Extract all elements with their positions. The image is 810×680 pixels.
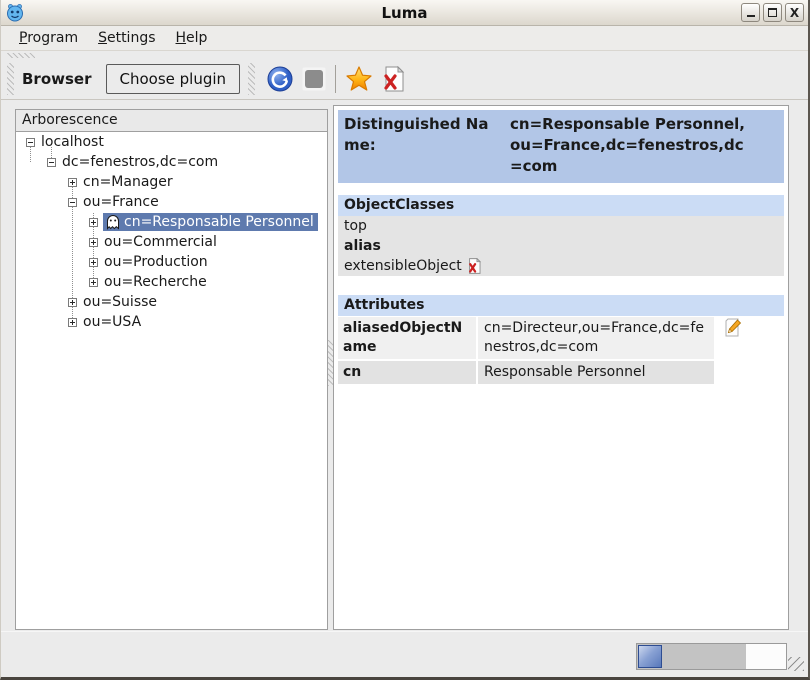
attributes-section: Attributes aliasedObjectNamecn=Directeur… bbox=[338, 295, 784, 384]
status-bar bbox=[1, 631, 808, 677]
tree-item-cn-responsable-personnel[interactable]: cn=Responsable Personnel bbox=[16, 212, 327, 232]
bookmark-star-icon[interactable] bbox=[345, 65, 373, 93]
minimize-button[interactable] bbox=[741, 3, 760, 22]
tree-item-cn-manager[interactable]: cn=Manager bbox=[16, 172, 327, 192]
toolbar-drag-handle[interactable] bbox=[7, 63, 14, 95]
tree-item-label: cn=Responsable Personnel bbox=[124, 214, 314, 230]
expand-icon[interactable] bbox=[89, 278, 98, 287]
alias-ghost-icon bbox=[105, 214, 121, 230]
tree-item-label: ou=Commercial bbox=[104, 234, 217, 250]
objectclass-name: extensibleObject bbox=[344, 258, 462, 274]
tree-item-cell: ou=Suisse bbox=[82, 293, 161, 311]
expand-icon[interactable] bbox=[68, 318, 77, 327]
expand-icon[interactable] bbox=[68, 298, 77, 307]
toolbar: Browser Choose plugin bbox=[1, 58, 808, 100]
objectclass-name: top bbox=[344, 218, 367, 234]
tree-item-ou-recherche[interactable]: ou=Recherche bbox=[16, 272, 327, 292]
tree-item-label: ou=Suisse bbox=[83, 294, 157, 310]
objectclass-name: alias bbox=[344, 238, 381, 254]
tree-item-label: cn=Manager bbox=[83, 174, 173, 190]
expand-icon[interactable] bbox=[89, 218, 98, 227]
app-window: Luma X ProgramSettingsHelp Browser Choos… bbox=[0, 0, 810, 680]
tree-item-cell: cn=Responsable Personnel bbox=[103, 213, 318, 231]
objectclasses-section: ObjectClasses top alias extensibleObject bbox=[338, 195, 784, 276]
expand-icon[interactable] bbox=[89, 238, 98, 247]
tree-item-label: ou=Production bbox=[104, 254, 208, 270]
menu-bar: ProgramSettingsHelp bbox=[1, 26, 808, 51]
distinguished-name-header: Distinguished Name: cn=Responsable Perso… bbox=[338, 110, 784, 183]
toolbar-drag-handle-2[interactable] bbox=[248, 63, 255, 95]
tree-item-cell: cn=Manager bbox=[82, 173, 177, 191]
tree-item-label: ou=USA bbox=[83, 314, 141, 330]
collapse-icon[interactable] bbox=[47, 158, 56, 167]
objectclass-row-extensibleobject: extensibleObject bbox=[338, 256, 784, 276]
tree-item-ou-usa[interactable]: ou=USA bbox=[16, 312, 327, 332]
tree-item-ou-suisse[interactable]: ou=Suisse bbox=[16, 292, 327, 312]
close-icon: X bbox=[790, 7, 799, 19]
edit-attribute-icon[interactable] bbox=[724, 318, 742, 337]
window-title: Luma bbox=[1, 4, 808, 22]
close-button[interactable]: X bbox=[785, 3, 804, 22]
tree-item-ou-commercial[interactable]: ou=Commercial bbox=[16, 232, 327, 252]
attribute-row-cn: cnResponsable Personnel bbox=[338, 361, 784, 384]
objectclass-row-top: top bbox=[338, 216, 784, 236]
expand-icon[interactable] bbox=[89, 258, 98, 267]
attribute-name: aliasedObjectName bbox=[338, 317, 476, 359]
progress-chunk bbox=[638, 645, 662, 668]
delete-entry-icon[interactable] bbox=[382, 66, 406, 92]
collapse-icon[interactable] bbox=[68, 198, 77, 207]
tree-item-label: dc=fenestros,dc=com bbox=[62, 154, 218, 170]
progress-bar bbox=[636, 643, 787, 670]
collapse-icon[interactable] bbox=[26, 138, 35, 147]
objectclasses-header: ObjectClasses bbox=[338, 195, 784, 216]
ldap-tree: localhost dc=fenestros,dc=com cn=Manager ou… bbox=[16, 132, 327, 629]
minimize-icon bbox=[747, 15, 755, 17]
refresh-icon[interactable] bbox=[267, 66, 293, 92]
objectclass-row-alias: alias bbox=[338, 236, 784, 256]
tree-header: Arborescence bbox=[16, 110, 327, 132]
menu-item-help[interactable]: Help bbox=[166, 27, 218, 49]
resize-grip-icon[interactable] bbox=[788, 657, 804, 671]
tree-item-cell: localhost bbox=[40, 133, 108, 151]
tree-item-cell: ou=France bbox=[82, 193, 163, 211]
choose-plugin-button[interactable]: Choose plugin bbox=[106, 64, 241, 94]
tree-item-cell: ou=Recherche bbox=[103, 273, 211, 291]
maximize-button[interactable] bbox=[763, 3, 782, 22]
maximize-icon bbox=[768, 8, 777, 17]
attribute-value[interactable]: cn=Directeur,ou=France,dc=fenestros,dc=c… bbox=[478, 317, 714, 359]
attribute-row-aliasedobjectname: aliasedObjectNamecn=Directeur,ou=France,… bbox=[338, 317, 784, 359]
tree-item-cell: ou=Production bbox=[103, 253, 212, 271]
menu-item-settings[interactable]: Settings bbox=[88, 27, 165, 49]
dn-value: cn=Responsable Personnel,ou=France,dc=fe… bbox=[510, 114, 750, 177]
tree-item-label: ou=Recherche bbox=[104, 274, 207, 290]
tree-item-cell: ou=Commercial bbox=[103, 233, 221, 251]
menu-item-program[interactable]: Program bbox=[9, 27, 88, 49]
entry-details-panel: Distinguished Name: cn=Responsable Perso… bbox=[333, 105, 789, 630]
attributes-header: Attributes bbox=[338, 295, 784, 316]
browser-tree-panel: Arborescence localhost dc=fenestros,dc=co… bbox=[15, 109, 328, 630]
tree-item-cell: ou=USA bbox=[82, 313, 145, 331]
toolbar-separator bbox=[335, 65, 336, 93]
delete-objectclass-icon[interactable] bbox=[467, 258, 482, 274]
tree-item-label: localhost bbox=[41, 134, 104, 150]
tree-item-dc-fenestros-dc-com[interactable]: dc=fenestros,dc=com bbox=[16, 152, 327, 172]
expand-icon[interactable] bbox=[68, 178, 77, 187]
dn-label: Distinguished Name: bbox=[344, 114, 494, 177]
attribute-value[interactable]: Responsable Personnel bbox=[478, 361, 714, 384]
attribute-name: cn bbox=[338, 361, 476, 384]
tree-item-localhost[interactable]: localhost bbox=[16, 132, 327, 152]
browser-plugin-label: Browser bbox=[22, 70, 92, 88]
tree-item-ou-france[interactable]: ou=France bbox=[16, 192, 327, 212]
stop-icon[interactable] bbox=[302, 67, 326, 91]
tree-item-label: ou=France bbox=[83, 194, 159, 210]
tree-item-cell: dc=fenestros,dc=com bbox=[61, 153, 222, 171]
title-bar: Luma X bbox=[1, 0, 808, 26]
tree-item-ou-production[interactable]: ou=Production bbox=[16, 252, 327, 272]
